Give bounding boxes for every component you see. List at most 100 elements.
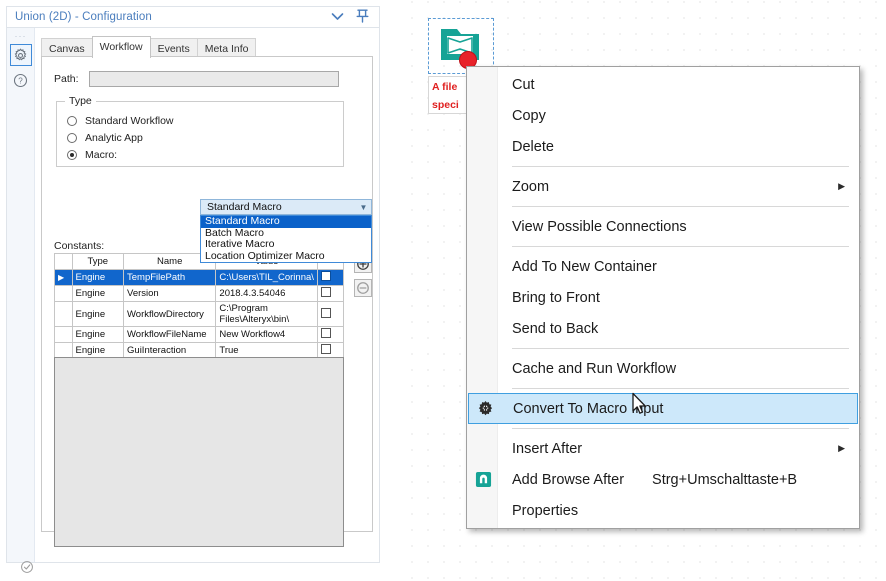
dropdown-option-location-optimizer-macro[interactable]: Location Optimizer Macro [201,250,371,263]
menu-item-send-to-back[interactable]: Send to Back [467,313,859,344]
constants-empty-area [54,357,344,547]
menu-item-convert-to-macro-input[interactable]: Convert To Macro Input [468,393,858,424]
menu-item-bring-to-front-label: Bring to Front [512,289,600,306]
chevron-down-icon[interactable] [331,11,344,23]
radio-standard-workflow[interactable]: Standard Workflow [67,115,174,127]
menu-item-view-possible-connections-label: View Possible Connections [512,218,687,235]
menu-item-cut[interactable]: Cut [467,69,859,100]
radio-macro[interactable]: Macro: [67,149,117,161]
row-marker: ▶ [54,269,73,286]
menu-item-copy[interactable]: Copy [467,100,859,131]
constants-col-indicator [54,253,73,270]
submenu-arrow-icon: ▶ [838,443,845,453]
menu-item-add-browse-after[interactable]: Add Browse After Strg+Umschalttaste+B [467,464,859,495]
svg-text:?: ? [18,76,23,85]
row-name: TempFilePath [123,269,217,286]
row-checkbox-cell[interactable] [316,285,345,302]
titlebar-icon-group [331,9,379,25]
path-row: Path: [54,71,339,87]
row-checkbox-cell[interactable] [316,269,345,286]
tab-workflow[interactable]: Workflow [91,36,151,58]
radio-standard-workflow-dot [67,116,77,126]
menu-item-cache-and-run-workflow[interactable]: Cache and Run Workflow [467,353,859,384]
submenu-arrow-icon: ▶ [838,181,845,191]
menu-item-insert-after-label: Insert After [512,440,583,457]
menu-item-delete[interactable]: Delete [467,131,859,162]
type-groupbox: Type Standard Workflow Analytic App Macr… [56,95,344,167]
menu-separator [512,206,849,207]
dropdown-option-standard-macro[interactable]: Standard Macro [201,215,371,228]
row-type: Engine [71,301,125,327]
workflow-tab-content: Path: Type Standard Workflow Analytic Ap… [41,56,373,547]
chevron-down-icon[interactable]: ▼ [356,200,371,214]
path-input[interactable] [88,71,339,87]
pin-icon[interactable] [356,9,369,25]
menu-item-cache-and-run-workflow-label: Cache and Run Workflow [512,360,677,377]
menu-separator [512,166,849,167]
radio-analytic-app[interactable]: Analytic App [67,132,143,144]
row-name: Version [123,285,217,302]
table-row[interactable]: Engine WorkflowFileName New Workflow4 [54,326,345,343]
row-name: WorkflowFileName [123,326,217,343]
constants-table: Type Name Value ▶ Engine TempFilePath C:… [54,253,345,372]
mouse-pointer-icon [631,392,648,421]
table-row[interactable]: ▶ Engine TempFilePath C:\Users\TIL_Corin… [54,269,345,286]
checkbox-icon[interactable] [320,307,331,318]
context-menu[interactable]: Cut Copy Delete Zoom ▶ View Possible Con… [466,66,860,529]
row-marker [54,326,73,343]
row-checkbox-cell[interactable] [316,301,345,327]
menu-item-copy-label: Copy [512,107,546,124]
row-marker [54,285,73,302]
configuration-body: ··· ? Canvas Workflow Events Meta Info P… [6,28,380,563]
menu-item-add-to-new-container-label: Add To New Container [512,258,657,275]
dropdown-option-iterative-macro[interactable]: Iterative Macro [201,238,371,251]
constants-label: Constants: [54,240,105,252]
menu-item-properties-label: Properties [512,502,579,519]
menu-item-zoom[interactable]: Zoom ▶ [467,171,859,202]
path-label: Path: [54,73,79,85]
table-row[interactable]: Engine WorkflowDirectory C:\Program File… [54,301,345,327]
checkbox-icon[interactable] [320,328,331,338]
macro-type-combobox[interactable]: Standard Macro ▼ [200,199,372,215]
menu-item-delete-label: Delete [512,138,554,155]
remove-constant-button[interactable] [354,279,372,297]
menu-item-bring-to-front[interactable]: Bring to Front [467,282,859,313]
radio-analytic-app-label: Analytic App [85,132,143,144]
menu-item-add-browse-after-label: Add Browse After [512,471,625,488]
checkbox-icon[interactable] [320,344,331,354]
row-value: C:\Program Files\Alteryx\bin\ [215,301,318,327]
menu-separator [512,428,849,429]
row-checkbox-cell[interactable] [316,326,345,343]
menu-item-insert-after[interactable]: Insert After ▶ [467,433,859,464]
configuration-tabs: Canvas Workflow Events Meta Info [41,36,257,59]
radio-macro-dot [67,150,77,160]
menu-item-send-to-back-label: Send to Back [512,320,599,337]
menu-item-cut-label: Cut [512,76,535,93]
menu-item-add-to-new-container[interactable]: Add To New Container [467,251,859,282]
help-icon[interactable]: ? [10,69,32,91]
checkbox-icon[interactable] [320,287,331,297]
gear-icon[interactable] [9,44,32,66]
row-name: WorkflowDirectory [123,301,217,327]
type-legend: Type [65,95,96,107]
radio-macro-label: Macro: [85,149,118,161]
configuration-icon-rail: ··· ? [7,28,35,562]
table-row[interactable]: Engine Version 2018.4.3.54046 [54,285,345,302]
menu-item-zoom-label: Zoom [512,178,550,195]
checkbox-icon[interactable] [320,271,331,281]
row-type: Engine [71,326,125,343]
menu-item-properties[interactable]: Properties [467,495,859,526]
minus-circle-icon [357,282,369,294]
menu-item-view-possible-connections[interactable]: View Possible Connections [467,211,859,242]
menu-item-add-browse-after-shortcut: Strg+Umschalttaste+B [652,471,798,488]
macro-type-dropdown-list[interactable]: Standard Macro Batch Macro Iterative Mac… [200,215,372,263]
row-marker [54,301,73,327]
rail-grip-dots: ··· [14,31,27,41]
menu-separator [512,388,849,389]
workflow-canvas[interactable]: A file speci Cut Copy Delete Zoom ▶ View… [398,0,886,581]
configuration-titlebar: Union (2D) - Configuration [6,6,380,28]
row-value: New Workflow4 [215,326,318,343]
menu-separator [512,348,849,349]
row-value: C:\Users\TIL_Corinna\ [215,269,318,286]
radio-standard-workflow-label: Standard Workflow [85,115,174,127]
